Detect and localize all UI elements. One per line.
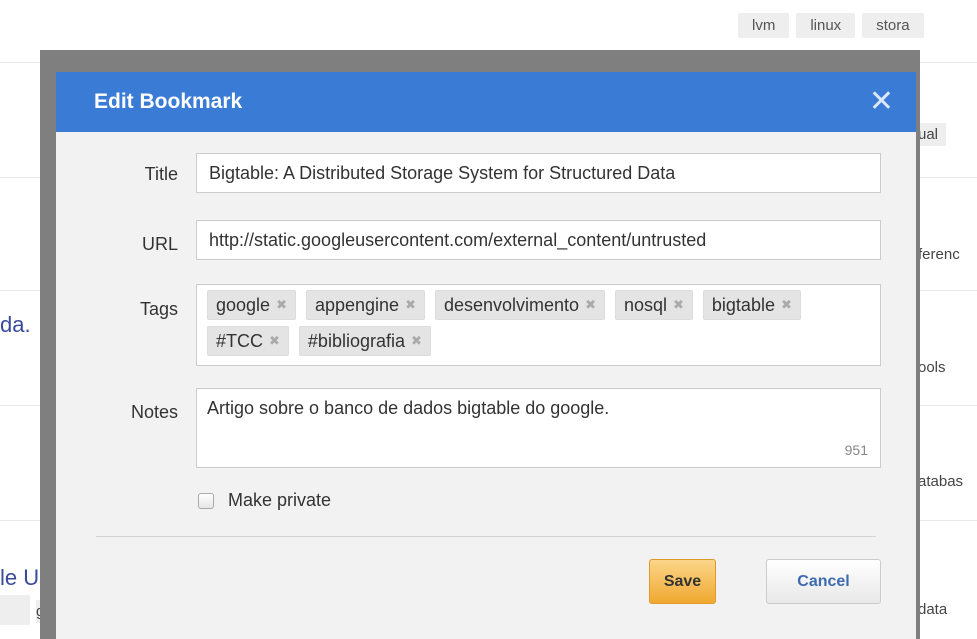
tag-chip[interactable]: desenvolvimento ✖ bbox=[434, 290, 605, 320]
background-bookmark-link[interactable]: da. bbox=[0, 312, 31, 338]
save-button[interactable]: Save bbox=[649, 559, 716, 604]
background-text: ools bbox=[918, 359, 946, 376]
background-bookmark-link[interactable]: le U bbox=[0, 565, 39, 591]
close-icon[interactable]: ✕ bbox=[869, 87, 894, 117]
tag-chip[interactable]: #TCC ✖ bbox=[207, 326, 289, 356]
tag-text: nosql bbox=[623, 294, 667, 315]
tags-label: Tags bbox=[139, 299, 178, 319]
remove-tag-icon[interactable]: ✖ bbox=[405, 297, 416, 313]
remove-tag-icon[interactable]: ✖ bbox=[411, 333, 422, 349]
title-input[interactable] bbox=[196, 153, 881, 193]
background-text: ferenc bbox=[918, 246, 960, 263]
notes-textarea[interactable]: Artigo sobre o banco de dados bigtable d… bbox=[196, 388, 881, 468]
remove-tag-icon[interactable]: ✖ bbox=[585, 297, 596, 313]
notes-text: Artigo sobre o banco de dados bigtable d… bbox=[207, 398, 610, 418]
notes-label: Notes bbox=[130, 402, 178, 422]
title-label: Title bbox=[144, 164, 178, 184]
background-chip bbox=[0, 595, 30, 625]
tag-text: #bibliografia bbox=[307, 330, 405, 351]
tag-text: appengine bbox=[314, 294, 400, 315]
tag-text: #TCC bbox=[216, 330, 264, 351]
tag-text: bigtable bbox=[711, 294, 775, 315]
remove-tag-icon[interactable]: ✖ bbox=[781, 297, 792, 313]
make-private-label: Make private bbox=[228, 490, 332, 510]
tag-chip[interactable]: appengine ✖ bbox=[305, 290, 425, 320]
tag-chip[interactable]: bigtable ✖ bbox=[702, 290, 801, 320]
url-input[interactable] bbox=[196, 220, 881, 260]
remove-tag-icon[interactable]: ✖ bbox=[276, 297, 287, 313]
tag-chip[interactable]: #bibliografia ✖ bbox=[298, 326, 431, 356]
url-label: URL bbox=[141, 234, 178, 254]
background-tag[interactable]: linux bbox=[796, 13, 856, 38]
remove-tag-icon[interactable]: ✖ bbox=[673, 297, 684, 313]
notes-character-count: 951 bbox=[844, 442, 868, 458]
make-private-option[interactable]: Make private bbox=[198, 490, 331, 511]
background-tag-list: lvm linux stora bbox=[738, 13, 924, 38]
tags-input[interactable]: google ✖ appengine ✖ desenvolvimento ✖ nosq… bbox=[196, 284, 881, 366]
background-tag[interactable]: lvm bbox=[738, 13, 790, 38]
dialog-title: Edit Bookmark bbox=[94, 90, 243, 113]
edit-bookmark-dialog: Edit Bookmark ✕ Title URL Tags google ✖ a… bbox=[56, 72, 916, 639]
background-text: data bbox=[918, 601, 948, 618]
make-private-checkbox[interactable] bbox=[198, 492, 214, 509]
dialog-footer-divider bbox=[96, 536, 876, 537]
background-tag[interactable]: ual bbox=[918, 123, 947, 146]
background-text: atabas bbox=[918, 473, 964, 490]
background-tag[interactable]: stora bbox=[862, 13, 924, 38]
tag-chip[interactable]: nosql ✖ bbox=[614, 290, 693, 320]
cancel-button[interactable]: Cancel bbox=[766, 559, 881, 604]
tag-text: desenvolvimento bbox=[443, 294, 580, 315]
remove-tag-icon[interactable]: ✖ bbox=[269, 333, 280, 349]
tag-chip[interactable]: google ✖ bbox=[207, 290, 296, 320]
dialog-header: Edit Bookmark ✕ bbox=[56, 72, 916, 132]
tag-text: google bbox=[216, 294, 271, 315]
